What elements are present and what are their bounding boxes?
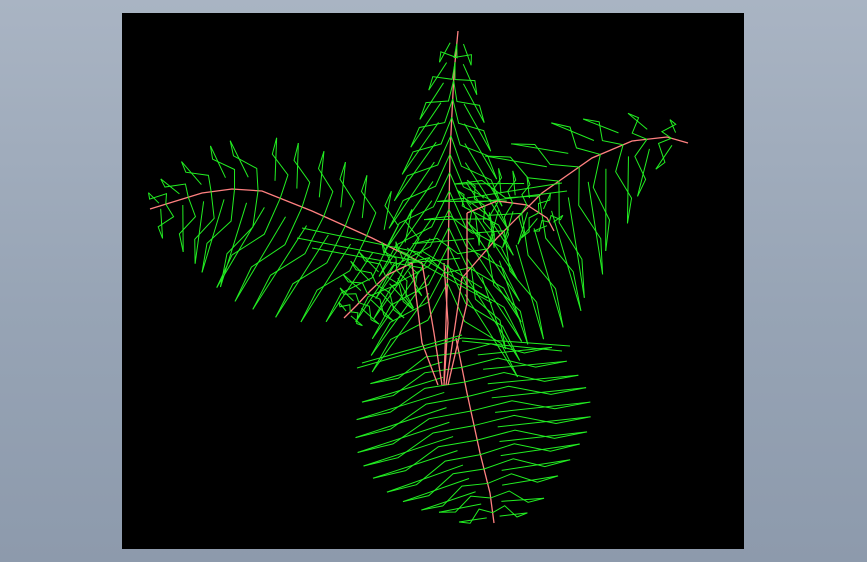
- plant-wireframe: [148, 30, 689, 524]
- right-frond-leaflet: [503, 230, 545, 340]
- center-right-frond-leaflet: [456, 189, 472, 212]
- right-frond-leaflet: [437, 197, 522, 216]
- folded-leaf-blade: [471, 190, 568, 204]
- right-frond-leaflet-edge: [587, 181, 604, 275]
- left-frond-leaflet-edge: [229, 140, 249, 178]
- left-frond-leaflet: [234, 206, 303, 302]
- left-frond-leaflet-edge: [209, 145, 226, 178]
- right-frond-leaflet-edge: [481, 277, 507, 350]
- top-frond-leaflet-edge: [428, 62, 448, 91]
- right-frond-leaflet: [470, 267, 507, 350]
- top-frond-leaflet-edge: [463, 103, 492, 152]
- bottom-frond-leaflet-edge: [361, 376, 444, 403]
- bottom-frond-leaflet: [467, 385, 587, 398]
- top-frond-leaflet: [452, 98, 492, 152]
- right-frond-leaflet-edge: [626, 156, 629, 224]
- bottom-frond-leaflet-edge: [402, 478, 470, 503]
- bottom-frond-leaflet: [477, 429, 588, 441]
- right-frond-leaflet: [538, 195, 582, 311]
- right-frond-leaflet-edge: [627, 112, 648, 130]
- right-frond-leaflet: [655, 137, 672, 170]
- bottom-frond-leaflet-edge: [438, 503, 482, 513]
- bottom-frond-leaflet-edge: [502, 475, 559, 486]
- top-frond-leaflet: [454, 62, 478, 95]
- bottom-frond-leaflet: [480, 443, 580, 456]
- right-frond-leaflet-edge: [511, 143, 569, 154]
- folded-leaf-blade: [461, 337, 571, 347]
- bottom-frond-leaflet-edge: [499, 431, 588, 443]
- cad-viewport[interactable]: [122, 13, 744, 549]
- right-frond-leaflet-edge: [655, 145, 673, 170]
- bottom-frond-leaflet-edge: [356, 391, 445, 421]
- top-frond-leaflet-edge: [462, 63, 478, 95]
- top-frond-leaflet: [419, 80, 455, 120]
- left-frond-leaflet-edge: [234, 216, 286, 302]
- right-frond-leaflet-edge: [424, 218, 491, 221]
- bottom-frond-leaflet-edge: [495, 401, 591, 413]
- top-frond-leaflet: [453, 80, 485, 123]
- right-frond-leaflet: [615, 144, 633, 224]
- bottom-frond-leaflet-edge: [500, 443, 580, 457]
- left-frond-leaflet: [194, 191, 215, 264]
- right-frond-leaflet: [592, 154, 611, 251]
- left-frond-leaflet: [271, 137, 289, 199]
- left-frond-leaflet-edge: [181, 161, 202, 185]
- left-frond-leaflet: [293, 143, 311, 208]
- bottom-frond-leaflet-edge: [501, 459, 571, 471]
- bottom-frond-rachis: [455, 337, 495, 524]
- top-frond-leaflet: [450, 135, 503, 207]
- right-frond-leaflet: [578, 166, 604, 275]
- bottom-frond-leaflet: [473, 414, 591, 427]
- bottom-frond-leaflet: [470, 400, 591, 412]
- right-frond-leaflet-edge: [485, 155, 547, 168]
- center-left-frond-leaflet-edge: [350, 315, 363, 327]
- left-frond-leaflet-edge: [275, 234, 329, 318]
- bottom-frond-leaflet-edge: [386, 464, 464, 493]
- top-frond-leaflet-edge: [371, 256, 431, 340]
- left-frond-leaflet: [178, 197, 197, 252]
- center-left-frond-leaflet-edge: [350, 260, 370, 282]
- right-frond-leaflet-edge: [567, 197, 585, 298]
- right-frond-leaflet-edge: [637, 148, 650, 197]
- bottom-frond-leaflet-edge: [491, 387, 587, 399]
- right-frond-leaflet-edge: [515, 244, 545, 340]
- bottom-frond-leaflet-edge: [363, 436, 454, 467]
- bottom-frond-leaflet-edge: [483, 360, 567, 370]
- right-frond-leaflet: [511, 143, 580, 168]
- top-frond-leaflet: [446, 282, 519, 378]
- bottom-frond-leaflet: [483, 458, 571, 470]
- top-frond-leaflet-edge: [464, 162, 510, 231]
- bottom-frond-leaflet: [386, 454, 481, 493]
- top-frond-leaflet-edge: [388, 161, 435, 229]
- folded-leaf-blade: [361, 334, 463, 364]
- bottom-frond-leaflet-edge: [497, 416, 591, 428]
- bottom-frond-leaflet-edge: [487, 374, 579, 385]
- left-frond-rachis: [149, 188, 423, 264]
- top-frond-leaflet-edge: [419, 82, 444, 120]
- left-frond-leaflet-edge: [300, 243, 352, 323]
- bottom-frond-leaflet-edge: [372, 450, 458, 479]
- bottom-frond-leaflet-edge: [357, 421, 450, 453]
- left-frond-leaflet-edge: [160, 178, 180, 195]
- top-frond-leaflet: [410, 98, 454, 148]
- left-frond-leaflet-edge: [383, 191, 392, 230]
- right-frond-leaflet-edge: [551, 122, 595, 141]
- left-frond-leaflet-edge: [325, 252, 374, 323]
- top-frond-leaflet-edge: [466, 257, 523, 342]
- right-frond-leaflet-edge: [551, 210, 582, 311]
- right-frond-leaflet: [551, 122, 601, 155]
- left-frond-leaflet-edge: [148, 192, 160, 204]
- left-frond-leaflet-edge: [194, 201, 205, 264]
